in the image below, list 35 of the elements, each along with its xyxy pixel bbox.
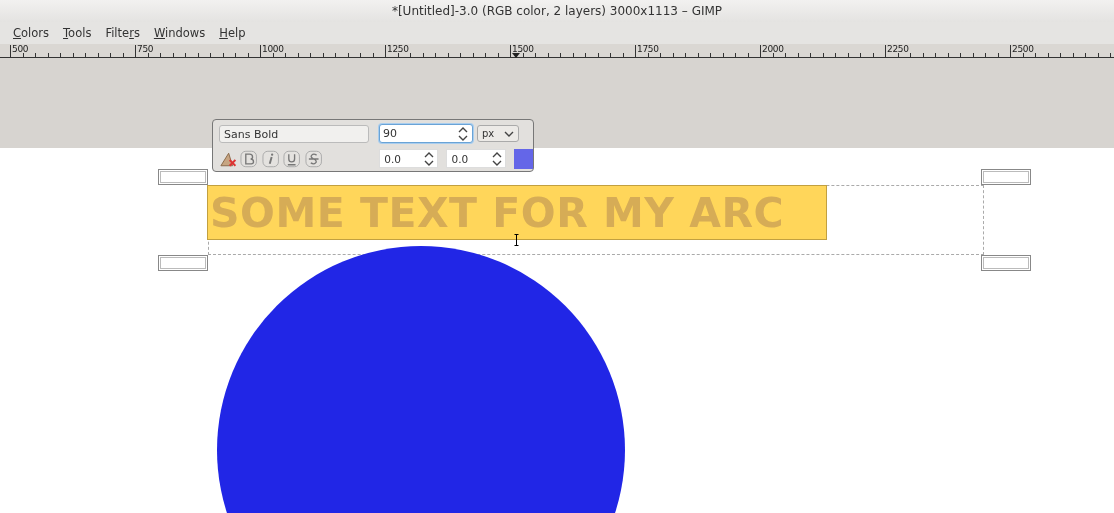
resize-handle[interactable] [158, 255, 208, 271]
caret-icon [504, 130, 514, 137]
menu-item[interactable]: Colors [6, 26, 57, 40]
ruler-label: 1750 [637, 44, 659, 54]
ruler-label: 2500 [1012, 44, 1034, 54]
ruler-label: 2250 [887, 44, 909, 54]
pointer-marker [512, 53, 520, 58]
resize-handle[interactable] [981, 169, 1031, 185]
resize-handle[interactable] [158, 169, 208, 185]
spin-arrows-icon [424, 151, 435, 166]
window-title: *[Untitled]-3.0 (RGB color, 2 layers) 3000x1113 – GIMP [391, 4, 723, 18]
menu-item[interactable]: Tools [56, 26, 99, 40]
italic-icon [261, 149, 280, 168]
color-swatch[interactable] [513, 148, 533, 169]
unit-dropdown[interactable]: px [477, 125, 519, 142]
font-field[interactable]: Sans Bold [219, 124, 369, 143]
ruler-label: 2000 [762, 44, 784, 54]
kerning-field[interactable]: 0.0 [446, 149, 506, 168]
resize-handle[interactable] [981, 255, 1031, 271]
spin-arrows-icon [491, 151, 502, 166]
size-field[interactable]: 90 [379, 124, 473, 143]
baseline-field[interactable]: 0.0 [379, 149, 439, 168]
ruler-label: 1000 [262, 44, 284, 54]
ruler-label: 1500 [512, 44, 534, 54]
ruler-label: 1250 [387, 44, 409, 54]
menu-item[interactable]: Help [212, 26, 253, 40]
menu-item[interactable]: Filters [98, 26, 147, 40]
underline-icon [283, 149, 301, 168]
ruler-label: 750 [137, 44, 154, 54]
text-cursor-icon [514, 234, 519, 246]
strikethrough-icon [304, 149, 322, 168]
bold-icon [240, 149, 258, 168]
menu-item[interactable]: Windows [146, 26, 213, 40]
spin-arrows-icon [458, 126, 468, 141]
ruler-label: 500 [12, 44, 29, 54]
